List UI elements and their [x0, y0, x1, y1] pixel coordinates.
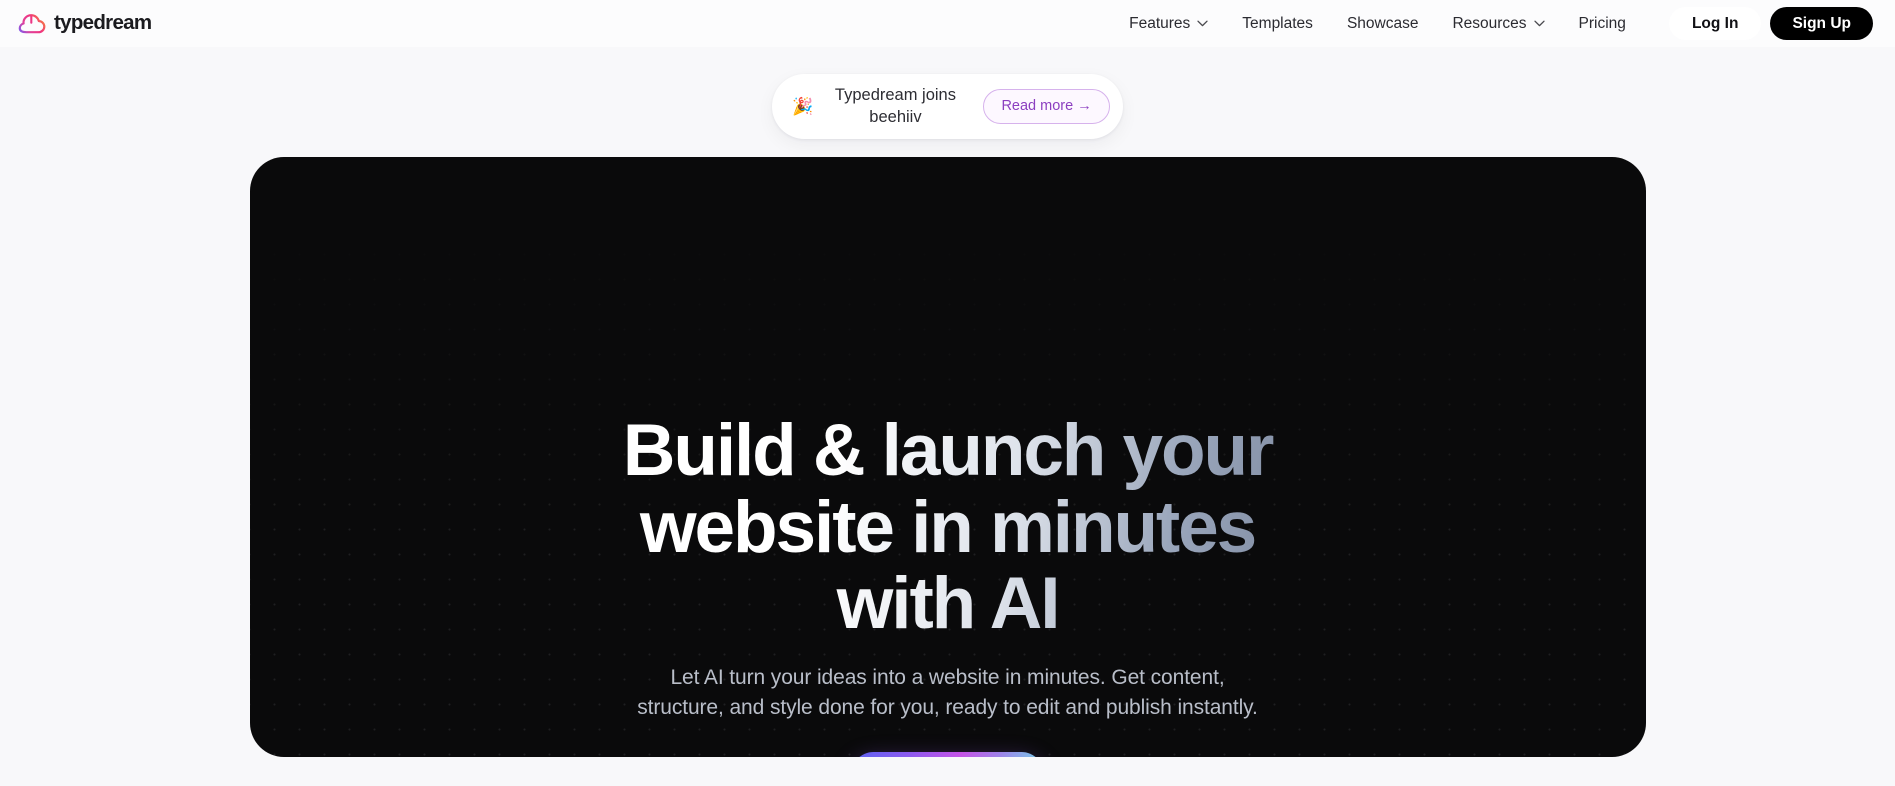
site-header: typedream Features Templates Showcase Re… [0, 0, 1895, 47]
auth-actions: Log In Sign Up [1668, 6, 1873, 41]
get-started-button[interactable]: Get started → [851, 751, 1044, 757]
hero-subtitle: Let AI turn your ideas into a website in… [637, 665, 1258, 719]
nav-label-templates: Templates [1242, 14, 1313, 32]
nav-label-features: Features [1129, 14, 1191, 32]
nav-item-templates[interactable]: Templates [1225, 10, 1330, 38]
chevron-down-icon [1197, 20, 1208, 27]
cloud-logo-icon [18, 13, 46, 35]
brand-logo[interactable]: typedream [18, 11, 152, 35]
nav-item-showcase[interactable]: Showcase [1330, 10, 1436, 38]
nav-item-features[interactable]: Features [1112, 10, 1225, 38]
hero-section: Build & launch your website in minutes w… [0, 156, 1895, 757]
announcement-pill[interactable]: 🎉 Typedream joins beehiiv Read more → [772, 74, 1123, 139]
nav-label-pricing: Pricing [1578, 14, 1626, 32]
nav-item-resources[interactable]: Resources [1435, 10, 1561, 38]
hero-content: Build & launch your website in minutes w… [250, 157, 1646, 757]
read-more-button[interactable]: Read more → [983, 89, 1110, 124]
chevron-down-icon [1533, 20, 1545, 27]
nav-label-showcase: Showcase [1346, 14, 1419, 32]
hero-card: Build & launch your website in minutes w… [249, 156, 1646, 757]
primary-nav: Features Templates Showcase Resources Pr… [1112, 6, 1873, 41]
nav-label-resources: Resources [1452, 14, 1527, 32]
announcement-bar: 🎉 Typedream joins beehiiv Read more → [0, 47, 1895, 139]
sign-up-button[interactable]: Sign Up [1770, 6, 1873, 41]
announcement-text: Typedream joins beehiiv [834, 86, 956, 127]
party-popper-icon: 🎉 [792, 96, 814, 116]
log-in-button[interactable]: Log In [1668, 6, 1762, 41]
nav-item-pricing[interactable]: Pricing [1562, 10, 1643, 38]
brand-name: typedream [54, 11, 152, 35]
hero-title: Build & launch your website in minutes w… [568, 412, 1328, 643]
